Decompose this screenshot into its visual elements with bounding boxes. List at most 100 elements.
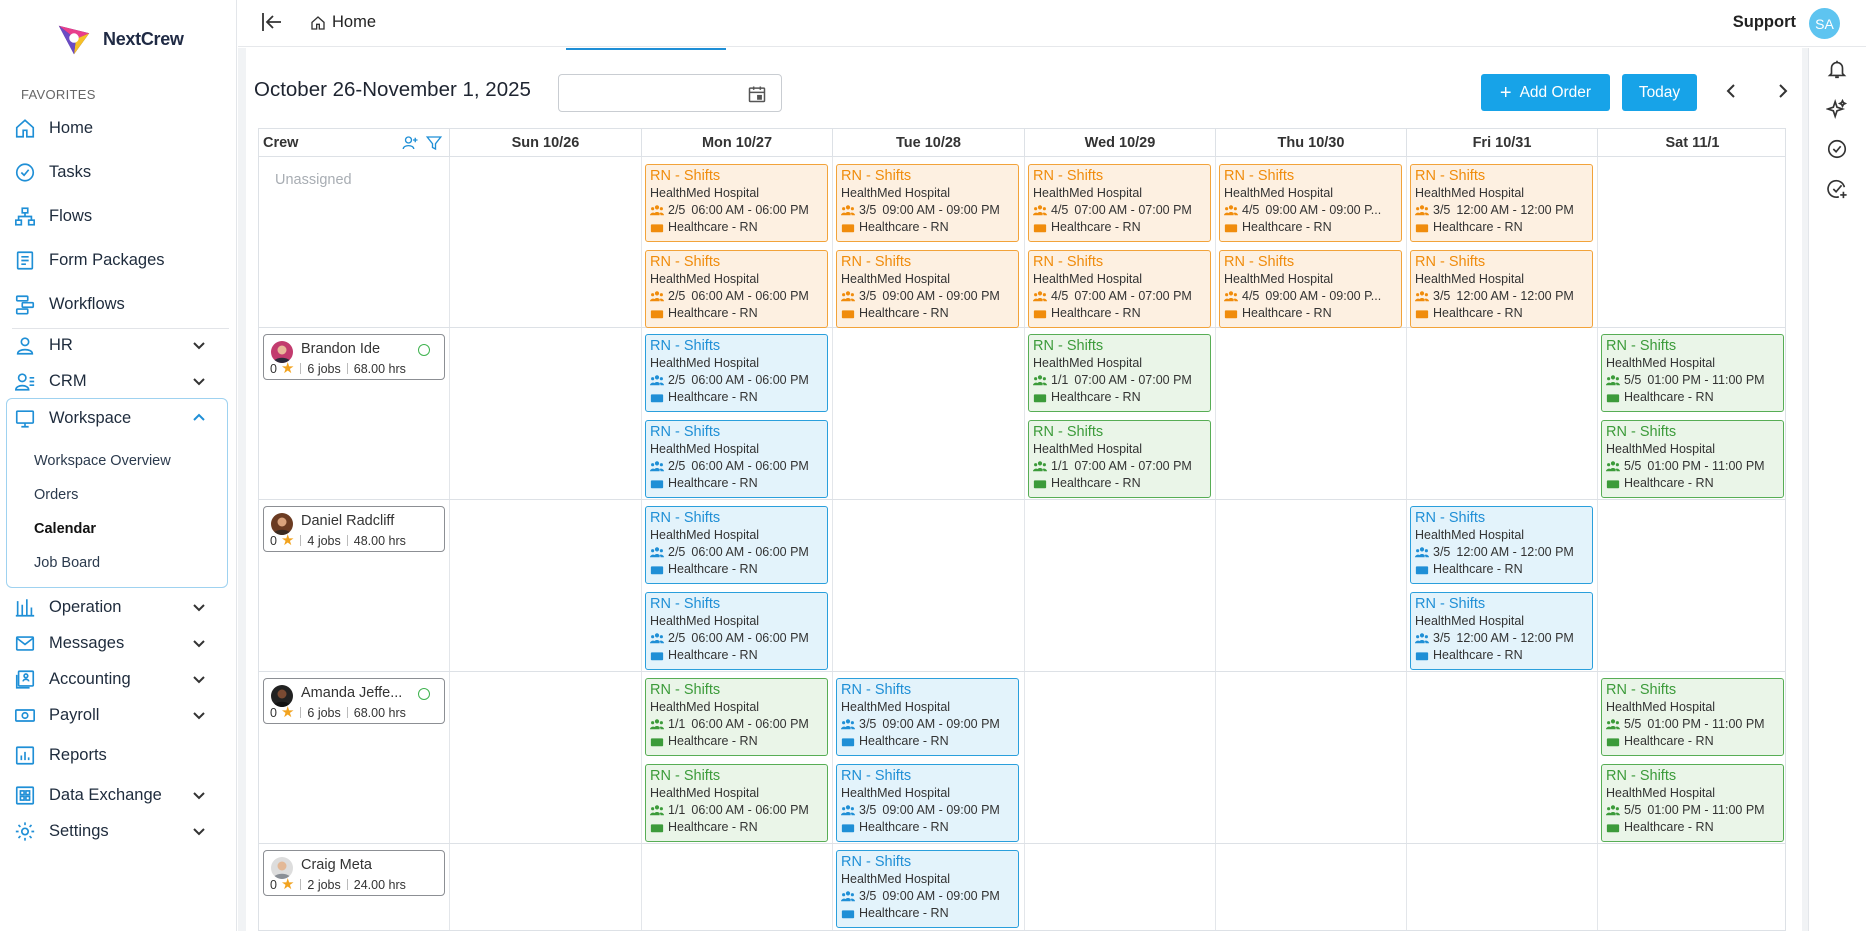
nav-workspace-overview[interactable]: Workspace Overview <box>34 453 171 469</box>
shift-role: Healthcare - RN <box>1624 820 1714 834</box>
shift-role-line: Healthcare - RN <box>1415 647 1588 664</box>
nav-flows[interactable]: Flows <box>0 198 237 234</box>
shift-card[interactable]: RN - Shifts HealthMed Hospital 3/5 09:00 AM… <box>836 164 1019 242</box>
nav-home[interactable]: Home <box>0 110 237 146</box>
nav-settings[interactable]: Settings <box>0 813 237 849</box>
crew-card[interactable]: Brandon Ide 0 ★ 6 jobs 68.00 hrs <box>263 334 445 380</box>
shift-staffing: 2/5 06:00 AM - 06:00 PM <box>650 630 823 647</box>
shift-card[interactable]: RN - Shifts HealthMed Hospital 2/5 06:00 AM… <box>645 506 828 584</box>
nav-workspace[interactable]: Workspace <box>0 400 237 436</box>
previous-week-icon[interactable] <box>1721 81 1743 103</box>
date-picker-input[interactable] <box>558 74 782 112</box>
shift-card[interactable]: RN - Shifts HealthMed Hospital 5/5 01:00 PM… <box>1601 334 1784 412</box>
sparkle-icon[interactable] <box>1825 98 1850 122</box>
shift-title: RN - Shifts <box>650 682 721 698</box>
nav-accounting[interactable]: Accounting <box>0 661 237 697</box>
briefcase-icon <box>1033 477 1048 490</box>
main-content: October 26-November 1, 2025 + Add Order … <box>238 48 1808 931</box>
crew-card[interactable]: Craig Meta 0 ★ 2 jobs 24.00 hrs <box>263 850 445 896</box>
crew-card[interactable]: Amanda Jeffe... 0 ★ 6 jobs 68.00 hrs <box>263 678 445 724</box>
nav-hr[interactable]: HR <box>0 327 237 363</box>
shift-staffing: 3/5 09:00 AM - 09:00 PM <box>841 802 1014 819</box>
filter-icon[interactable] <box>425 134 443 152</box>
shift-card[interactable]: RN - Shifts HealthMed Hospital 3/5 09:00 AM… <box>836 678 1019 756</box>
shift-card[interactable]: RN - Shifts HealthMed Hospital 1/1 06:00 AM… <box>645 678 828 756</box>
check-circle-icon[interactable] <box>1826 138 1850 162</box>
add-order-button[interactable]: + Add Order <box>1481 74 1610 111</box>
user-avatar[interactable]: SA <box>1809 8 1840 39</box>
nav-reports[interactable]: Reports <box>0 737 237 773</box>
app-logo[interactable]: NextCrew <box>55 20 184 58</box>
crew-card[interactable]: Daniel Radcliff 0 ★ 4 jobs 48.00 hrs <box>263 506 445 552</box>
crew-rating: 0 <box>270 533 277 548</box>
add-task-icon[interactable] <box>1826 178 1850 202</box>
shift-card[interactable]: RN - Shifts HealthMed Hospital 5/5 01:00 PM… <box>1601 420 1784 498</box>
shift-card[interactable]: RN - Shifts HealthMed Hospital 3/5 09:00 AM… <box>836 764 1019 842</box>
app-name: NextCrew <box>103 28 184 49</box>
calendar-icon[interactable] <box>747 84 767 104</box>
shift-card[interactable]: RN - Shifts HealthMed Hospital 3/5 12:00 AM… <box>1410 592 1593 670</box>
shift-role-line: Healthcare - RN <box>1033 219 1206 236</box>
shift-client: HealthMed Hospital <box>1606 786 1716 800</box>
online-status-icon <box>418 344 430 356</box>
shift-card[interactable]: RN - Shifts HealthMed Hospital 4/5 07:00 AM… <box>1028 164 1211 242</box>
shift-count: 4/5 <box>1051 203 1069 217</box>
add-crew-icon[interactable] <box>401 134 419 152</box>
shift-card[interactable]: RN - Shifts HealthMed Hospital 3/5 12:00 AM… <box>1410 506 1593 584</box>
shift-card[interactable]: RN - Shifts HealthMed Hospital 3/5 12:00 AM… <box>1410 164 1593 242</box>
nav-form-packages[interactable]: Form Packages <box>0 242 237 278</box>
shift-title: RN - Shifts <box>1606 768 1677 784</box>
shift-card[interactable]: RN - Shifts HealthMed Hospital 2/5 06:00 AM… <box>645 334 828 412</box>
shift-card[interactable]: RN - Shifts HealthMed Hospital 2/5 06:00 AM… <box>645 420 828 498</box>
people-icon <box>1415 546 1430 559</box>
nav-orders[interactable]: Orders <box>34 487 78 503</box>
shift-card[interactable]: RN - Shifts HealthMed Hospital 3/5 12:00 AM… <box>1410 250 1593 328</box>
shift-card[interactable]: RN - Shifts HealthMed Hospital 4/5 09:00 AM… <box>1219 250 1402 328</box>
briefcase-icon <box>1033 307 1048 320</box>
people-icon <box>650 718 665 731</box>
shift-card[interactable]: RN - Shifts HealthMed Hospital 1/1 06:00 AM… <box>645 764 828 842</box>
breadcrumb[interactable]: Home <box>310 13 376 32</box>
shift-client: HealthMed Hospital <box>650 528 760 542</box>
people-icon <box>1033 460 1048 473</box>
nav-data-exchange[interactable]: Data Exchange <box>0 777 237 813</box>
shift-card[interactable]: RN - Shifts HealthMed Hospital 4/5 07:00 AM… <box>1028 250 1211 328</box>
shift-card[interactable]: RN - Shifts HealthMed Hospital 4/5 09:00 AM… <box>1219 164 1402 242</box>
shift-card[interactable]: RN - Shifts HealthMed Hospital 3/5 09:00 AM… <box>836 850 1019 928</box>
bell-icon[interactable] <box>1826 58 1850 82</box>
shift-card[interactable]: RN - Shifts HealthMed Hospital 2/5 06:00 AM… <box>645 164 828 242</box>
nav-job-board[interactable]: Job Board <box>34 555 100 571</box>
shift-staffing: 5/5 01:00 PM - 11:00 PM <box>1606 716 1779 733</box>
collapse-sidebar-icon[interactable] <box>260 10 284 34</box>
nav-workflows[interactable]: Workflows <box>0 286 237 322</box>
nav-tasks[interactable]: Tasks <box>0 154 237 190</box>
shift-role-line: Healthcare - RN <box>1033 389 1206 406</box>
shift-count: 1/1 <box>668 803 686 817</box>
nav-payroll[interactable]: Payroll <box>0 697 237 733</box>
shift-count: 1/1 <box>1051 459 1069 473</box>
shift-card[interactable]: RN - Shifts HealthMed Hospital 5/5 01:00 PM… <box>1601 764 1784 842</box>
crm-icon <box>13 370 36 393</box>
nav-crm[interactable]: CRM <box>0 363 237 399</box>
shift-card[interactable]: RN - Shifts HealthMed Hospital 1/1 07:00 AM… <box>1028 334 1211 412</box>
shift-count: 2/5 <box>668 373 686 387</box>
nav-messages[interactable]: Messages <box>0 625 237 661</box>
shift-role: Healthcare - RN <box>668 562 758 576</box>
nav-calendar[interactable]: Calendar <box>34 521 96 537</box>
crew-name: Craig Meta <box>301 857 372 873</box>
support-link[interactable]: Support <box>1733 13 1796 32</box>
shift-title: RN - Shifts <box>1033 338 1104 354</box>
next-week-icon[interactable] <box>1773 81 1795 103</box>
shift-card[interactable]: RN - Shifts HealthMed Hospital 2/5 06:00 AM… <box>645 592 828 670</box>
today-button[interactable]: Today <box>1622 74 1697 111</box>
shift-card[interactable]: RN - Shifts HealthMed Hospital 5/5 01:00 PM… <box>1601 678 1784 756</box>
briefcase-icon <box>650 649 665 662</box>
nav-operation[interactable]: Operation <box>0 589 237 625</box>
shift-card[interactable]: RN - Shifts HealthMed Hospital 3/5 09:00 AM… <box>836 250 1019 328</box>
shift-client: HealthMed Hospital <box>1224 272 1334 286</box>
shift-role-line: Healthcare - RN <box>650 219 823 236</box>
shift-role: Healthcare - RN <box>859 220 949 234</box>
shift-card[interactable]: RN - Shifts HealthMed Hospital 2/5 06:00 AM… <box>645 250 828 328</box>
shift-card[interactable]: RN - Shifts HealthMed Hospital 1/1 07:00 AM… <box>1028 420 1211 498</box>
shift-time: 12:00 AM - 12:00 PM <box>1456 631 1574 645</box>
